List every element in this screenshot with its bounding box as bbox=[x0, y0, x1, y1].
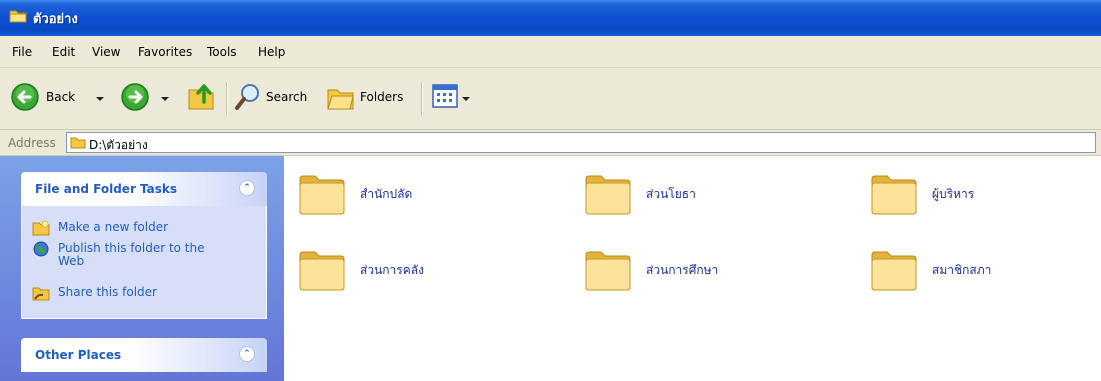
folder-view: สำนักปลัด ส่วนโยธา ผู้บริหาร ส่วนการคลัง… bbox=[284, 156, 1101, 381]
folder-icon bbox=[70, 137, 86, 149]
back-arrow-icon bbox=[11, 83, 39, 111]
folder-icon bbox=[299, 251, 345, 291]
panel-header[interactable]: File and Folder Tasks ⌃ bbox=[21, 172, 267, 206]
menu-edit[interactable]: Edit bbox=[52, 45, 75, 59]
up-folder-icon bbox=[188, 84, 214, 110]
folder-name: ส่วนการคลัง bbox=[360, 263, 424, 277]
address-path: D:\ตัวอย่าง bbox=[89, 138, 148, 152]
folder-name: สมาชิกสภา bbox=[932, 263, 992, 277]
task-pane: File and Folder Tasks ⌃ Make a new folde… bbox=[0, 156, 284, 381]
folder-item[interactable]: ส่วนการศึกษา bbox=[584, 247, 824, 299]
folder-item[interactable]: สำนักปลัด bbox=[298, 171, 538, 223]
folder-name: ผู้บริหาร bbox=[932, 187, 975, 201]
menu-tools[interactable]: Tools bbox=[207, 45, 237, 59]
folder-item[interactable]: ผู้บริหาร bbox=[870, 171, 1101, 223]
menu-file[interactable]: File bbox=[12, 45, 32, 59]
window-title: ตัวอย่าง bbox=[33, 12, 78, 27]
forward-dropdown-icon[interactable] bbox=[161, 97, 169, 101]
share-folder-icon bbox=[32, 287, 50, 301]
folders-label: Folders bbox=[360, 90, 404, 104]
panel-title: Other Places bbox=[35, 348, 122, 362]
folders-button[interactable]: Folders bbox=[326, 80, 416, 116]
toolbar: Back Search Folders bbox=[0, 68, 1101, 130]
panel-title: File and Folder Tasks bbox=[35, 182, 178, 196]
folders-icon bbox=[327, 89, 354, 110]
title-bar[interactable]: ตัวอย่าง bbox=[0, 0, 1101, 36]
views-dropdown-icon[interactable] bbox=[462, 97, 470, 101]
views-grid-icon bbox=[432, 84, 458, 108]
back-dropdown-icon[interactable] bbox=[96, 97, 104, 101]
menu-favorites[interactable]: Favorites bbox=[138, 45, 192, 59]
folder-item[interactable]: สมาชิกสภา bbox=[870, 247, 1101, 299]
back-label: Back bbox=[46, 90, 76, 104]
folder-name: ส่วนการศึกษา bbox=[646, 263, 719, 277]
forward-button[interactable] bbox=[120, 82, 152, 114]
task-label: Make a new folder bbox=[58, 220, 169, 234]
collapse-chevron-icon[interactable]: ⌃ bbox=[239, 180, 255, 196]
folder-name: สำนักปลัด bbox=[360, 187, 413, 201]
folder-icon bbox=[9, 10, 27, 23]
search-label: Search bbox=[266, 90, 308, 104]
folder-item[interactable]: ส่วนโยธา bbox=[584, 171, 824, 223]
folder-icon bbox=[871, 175, 917, 215]
folder-icon bbox=[585, 251, 631, 291]
globe-icon bbox=[33, 241, 49, 257]
address-bar: Address D:\ตัวอย่าง bbox=[0, 130, 1101, 156]
back-button[interactable]: Back bbox=[10, 80, 96, 116]
panel-body: Make a new folder Publish this folder to… bbox=[21, 206, 267, 319]
folder-name: ส่วนโยธา bbox=[646, 187, 696, 201]
collapse-chevron-icon[interactable]: ⌃ bbox=[239, 346, 255, 362]
search-icon bbox=[235, 84, 259, 110]
menu-view[interactable]: View bbox=[92, 45, 120, 59]
forward-arrow-icon bbox=[121, 83, 149, 111]
new-folder-icon bbox=[32, 220, 50, 236]
address-label: Address bbox=[8, 136, 56, 150]
file-folder-tasks-panel: File and Folder Tasks ⌃ Make a new folde… bbox=[21, 172, 267, 319]
folder-icon bbox=[585, 175, 631, 215]
search-button[interactable]: Search bbox=[234, 80, 318, 116]
menu-bar: File Edit View Favorites Tools Help bbox=[0, 36, 1101, 68]
folder-icon bbox=[871, 251, 917, 291]
menu-help[interactable]: Help bbox=[258, 45, 285, 59]
up-folder-button[interactable] bbox=[186, 80, 218, 114]
task-label: Share this folder bbox=[58, 285, 157, 299]
other-places-panel: Other Places ⌃ bbox=[21, 338, 267, 372]
toolbar-separator bbox=[421, 82, 423, 116]
panel-header[interactable]: Other Places ⌃ bbox=[21, 338, 267, 372]
folder-item[interactable]: ส่วนการคลัง bbox=[298, 247, 538, 299]
task-label: Publish this folder to the Web bbox=[58, 241, 205, 268]
folder-icon bbox=[299, 175, 345, 215]
toolbar-separator bbox=[226, 82, 228, 116]
address-input[interactable]: D:\ตัวอย่าง bbox=[66, 132, 1096, 153]
